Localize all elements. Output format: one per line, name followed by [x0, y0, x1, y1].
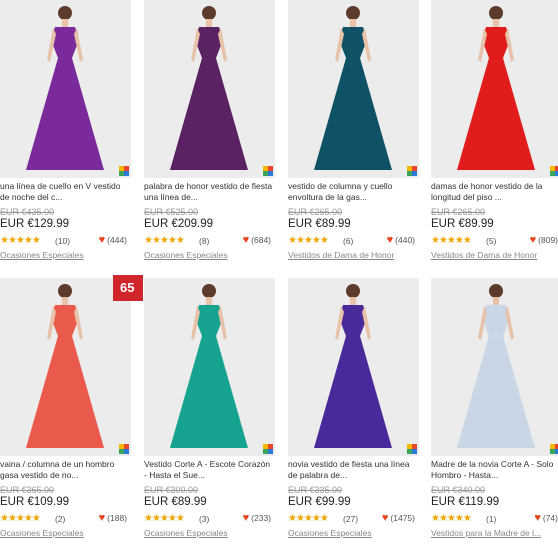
rating-row: ★★★★★ (8) ♥ (684) — [144, 235, 275, 247]
favorite-count-label: (444) — [107, 235, 127, 245]
sale-price: EUR €89.99 — [144, 496, 207, 508]
sale-price: EUR €89.99 — [431, 218, 494, 230]
color-swatch-icon — [119, 444, 129, 454]
original-price: EUR €365.00 — [0, 485, 55, 495]
rating-row: ★★★★★ (6) ♥ (440) — [288, 235, 419, 247]
star-rating-icon: ★★★★★ — [0, 235, 41, 246]
color-swatch-icon — [263, 444, 273, 454]
favorite-count-label: (1475) — [390, 513, 415, 523]
product-title[interactable]: palabra de honor vestido de fiesta una l… — [144, 181, 275, 205]
star-rating-icon: ★★★★★ — [0, 513, 41, 524]
review-count[interactable]: (27) — [343, 514, 358, 524]
star-rating-icon: ★★★★★ — [144, 513, 185, 524]
favorite-count[interactable]: ♥ (233) — [243, 513, 271, 524]
sale-price: EUR €119.99 — [431, 496, 500, 508]
product-title[interactable]: novia vestido de fiesta una línea de pal… — [288, 459, 419, 483]
original-price: EUR €300.00 — [144, 485, 199, 495]
product-title[interactable]: una línea de cuello en V vestido de noch… — [0, 181, 131, 205]
original-price: EUR €525.00 — [144, 207, 199, 217]
favorite-count[interactable]: ♥ (444) — [99, 235, 127, 246]
product-image[interactable] — [0, 0, 131, 178]
product-image[interactable] — [144, 0, 275, 178]
product-title[interactable]: vestido de columna y cuello envoltura de… — [288, 181, 419, 205]
original-price: EUR €435.00 — [0, 207, 55, 217]
color-swatch-icon — [407, 166, 417, 176]
category-link[interactable]: Ocasiones Especiales — [144, 250, 228, 260]
category-link[interactable]: Ocasiones Especiales — [0, 250, 84, 260]
sale-price: EUR €89.99 — [288, 218, 351, 230]
product-image[interactable] — [431, 0, 558, 178]
favorite-count-label: (440) — [395, 235, 415, 245]
favorite-count[interactable]: ♥ (684) — [243, 235, 271, 246]
review-count[interactable]: (8) — [199, 236, 209, 246]
category-link[interactable]: Vestidos de Dama de Honor — [288, 250, 394, 260]
heart-icon[interactable]: ♥ — [243, 234, 250, 246]
heart-icon[interactable]: ♥ — [99, 234, 106, 246]
sale-price: EUR €109.99 — [0, 496, 70, 508]
original-price: EUR €265.00 — [288, 207, 343, 217]
review-count[interactable]: (1) — [486, 514, 496, 524]
category-link[interactable]: Ocasiones Especiales — [288, 528, 372, 538]
heart-icon[interactable]: ♥ — [243, 512, 250, 524]
favorite-count-label: (74) — [542, 513, 558, 523]
heart-icon[interactable]: ♥ — [99, 512, 106, 524]
product-title[interactable]: damas de honor vestido de la longitud de… — [431, 181, 558, 205]
rating-row: ★★★★★ (27) ♥ (1475) — [288, 513, 419, 525]
rating-row: ★★★★★ (2) ♥ (188) — [0, 513, 131, 525]
heart-icon[interactable]: ♥ — [530, 234, 537, 246]
product-title[interactable]: Madre de la novia Corte A - Solo Hombro … — [431, 459, 558, 483]
product-image[interactable] — [288, 278, 419, 456]
favorite-count-label: (188) — [107, 513, 127, 523]
rating-row: ★★★★★ (1) ♥ (74) — [431, 513, 558, 525]
review-count[interactable]: (5) — [486, 236, 496, 246]
color-swatch-icon — [119, 166, 129, 176]
star-rating-icon: ★★★★★ — [144, 235, 185, 246]
review-count[interactable]: (3) — [199, 514, 209, 524]
color-swatch-icon — [407, 444, 417, 454]
sale-price: EUR €209.99 — [144, 218, 214, 230]
color-swatch-icon — [263, 166, 273, 176]
star-rating-icon: ★★★★★ — [431, 235, 472, 246]
product-image[interactable] — [431, 278, 558, 456]
original-price: EUR €335.00 — [288, 485, 343, 495]
category-link[interactable]: Vestidos de Dama de Honor — [431, 250, 537, 260]
product-image[interactable] — [0, 278, 131, 456]
category-link[interactable]: Ocasiones Especiales — [144, 528, 228, 538]
color-swatch-icon — [550, 166, 558, 176]
star-rating-icon: ★★★★★ — [288, 513, 329, 524]
original-price: EUR €340.00 — [431, 485, 486, 495]
favorite-count-label: (684) — [251, 235, 271, 245]
heart-icon[interactable]: ♥ — [382, 512, 389, 524]
favorite-count[interactable]: ♥ (1475) — [382, 513, 415, 524]
category-link[interactable]: Ocasiones Especiales — [0, 528, 84, 538]
favorite-count[interactable]: ♥ (74) — [534, 513, 558, 524]
review-count[interactable]: (2) — [55, 514, 65, 524]
star-rating-icon: ★★★★★ — [288, 235, 329, 246]
favorite-count[interactable]: ♥ (440) — [387, 235, 415, 246]
review-count[interactable]: (10) — [55, 236, 70, 246]
original-price: EUR €265.00 — [431, 207, 486, 217]
rating-row: ★★★★★ (5) ♥ (809) — [431, 235, 558, 247]
category-link[interactable]: Vestidos para la Madre de l... — [431, 528, 541, 538]
sale-price: EUR €99.99 — [288, 496, 351, 508]
rating-row: ★★★★★ (3) ♥ (233) — [144, 513, 275, 525]
sale-price: EUR €129.99 — [0, 218, 70, 230]
favorite-count[interactable]: ♥ (188) — [99, 513, 127, 524]
heart-icon[interactable]: ♥ — [534, 512, 541, 524]
product-image[interactable] — [144, 278, 275, 456]
heart-icon[interactable]: ♥ — [387, 234, 394, 246]
review-count[interactable]: (6) — [343, 236, 353, 246]
rating-row: ★★★★★ (10) ♥ (444) — [0, 235, 131, 247]
favorite-count[interactable]: ♥ (809) — [530, 235, 558, 246]
discount-badge: 65 — [113, 275, 143, 301]
product-image[interactable] — [288, 0, 419, 178]
product-title[interactable]: vaina / columna de un hombro gasa vestid… — [0, 459, 131, 483]
product-title[interactable]: Vestido Corte A - Escote Corazón - Hasta… — [144, 459, 275, 483]
favorite-count-label: (233) — [251, 513, 271, 523]
favorite-count-label: (809) — [538, 235, 558, 245]
color-swatch-icon — [550, 444, 558, 454]
star-rating-icon: ★★★★★ — [431, 513, 472, 524]
